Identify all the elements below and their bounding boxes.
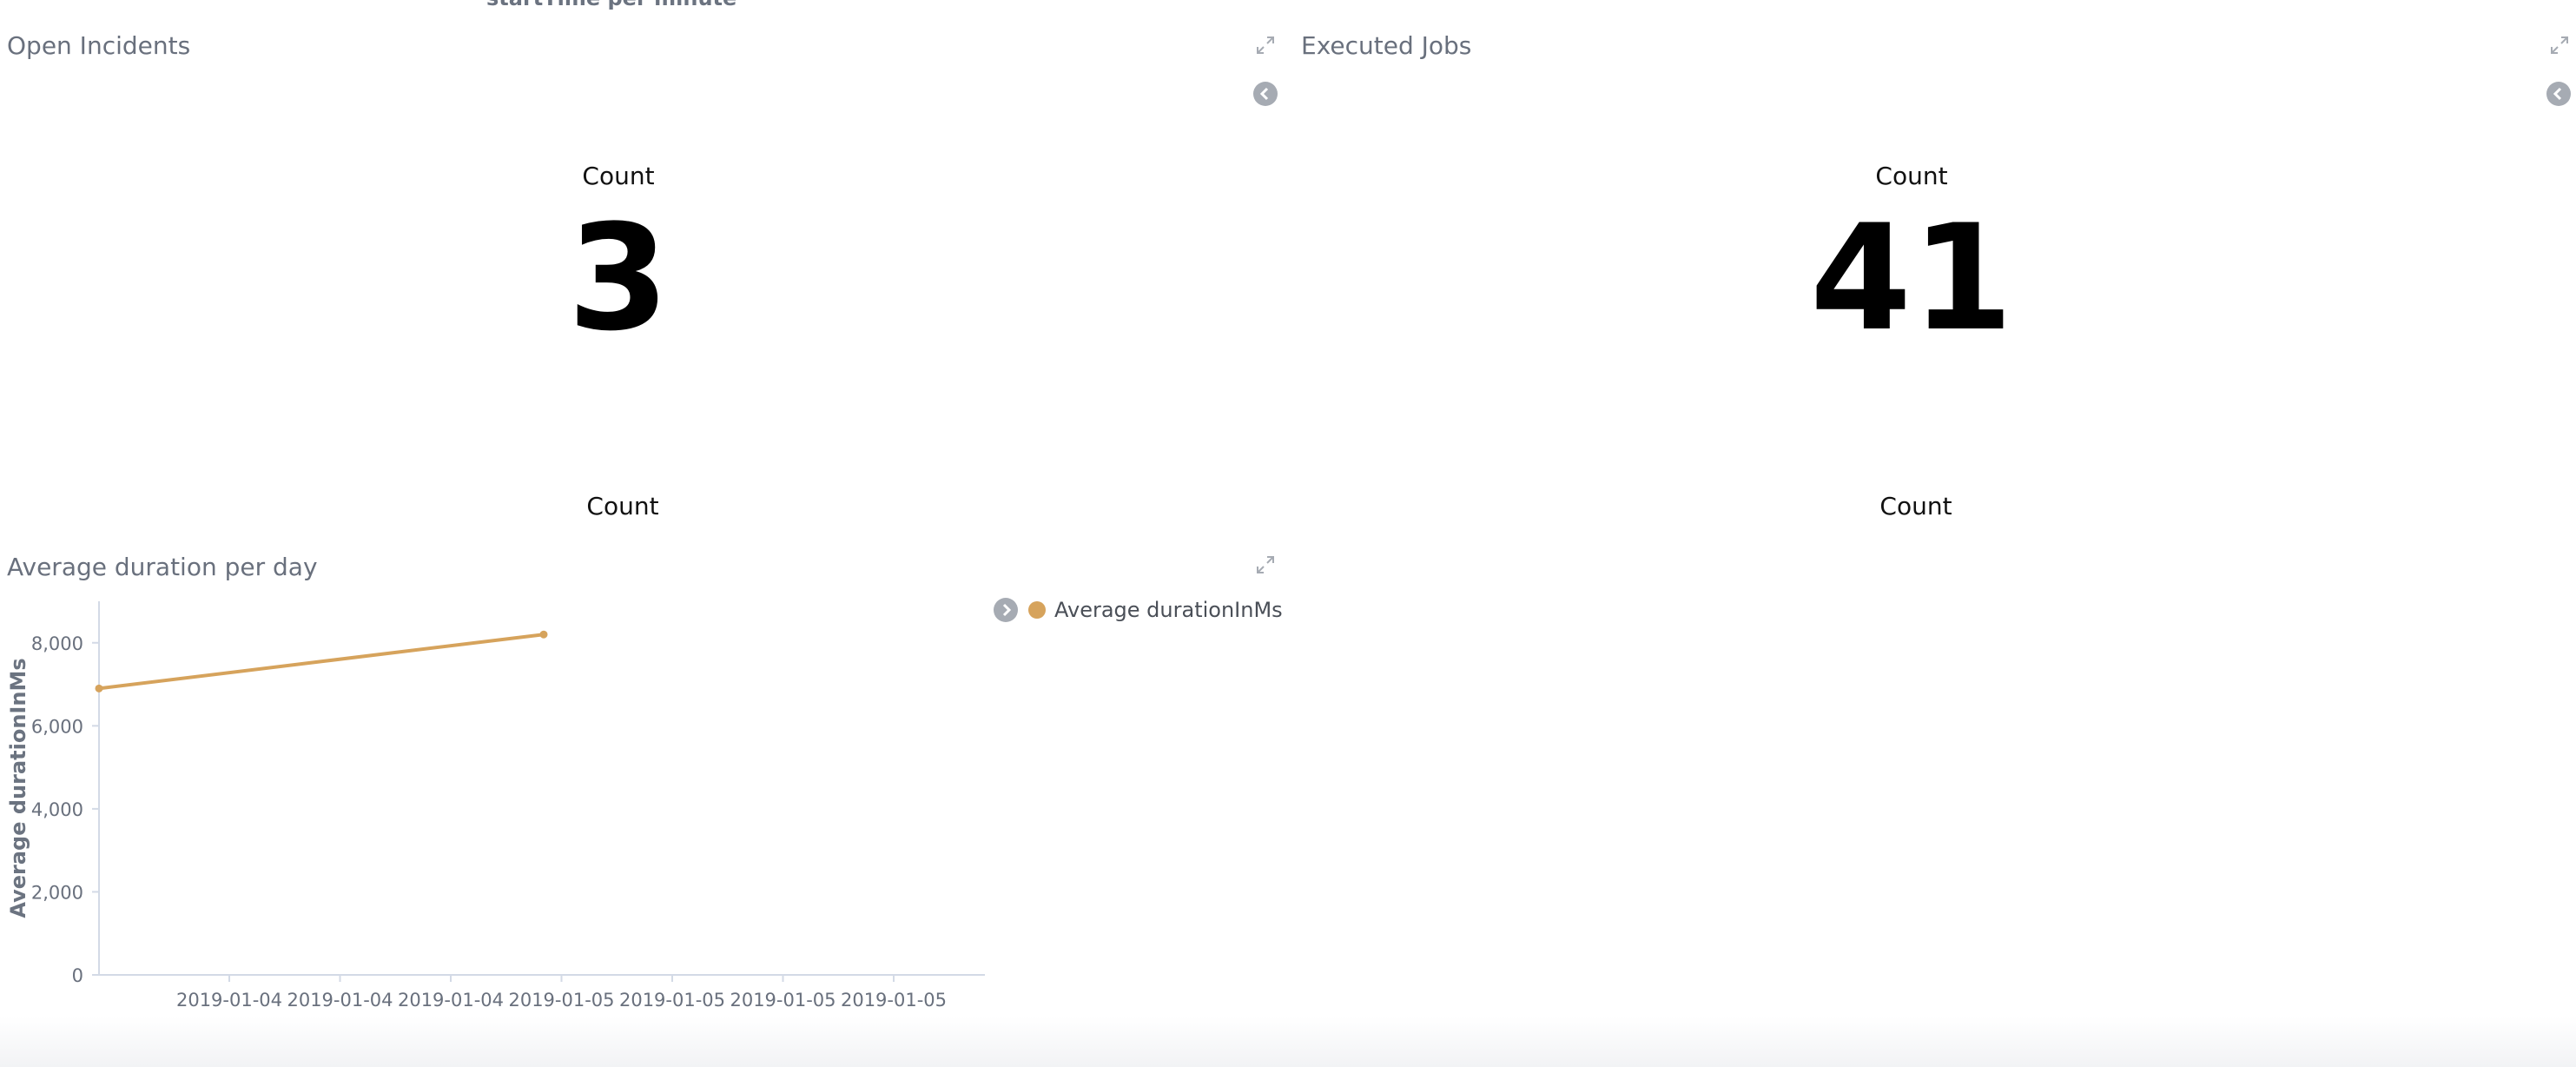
y-tick-label: 0 bbox=[72, 965, 83, 986]
metric-label: Count bbox=[582, 162, 655, 190]
data-point bbox=[539, 630, 548, 639]
expand-icon[interactable] bbox=[1253, 553, 1278, 577]
chevron-left-icon[interactable] bbox=[2546, 82, 2571, 106]
metric-footer-label: Count bbox=[1879, 492, 1952, 520]
y-tick-label: 6,000 bbox=[31, 716, 83, 737]
dashboard: startTime per minute Open Incidents Coun… bbox=[0, 0, 2576, 1067]
y-axis-title: Average durationInMs bbox=[6, 658, 30, 918]
y-tick-label: 8,000 bbox=[31, 633, 83, 654]
y-tick-label: 4,000 bbox=[31, 799, 83, 820]
panel-title: Average duration per day bbox=[7, 553, 318, 581]
chevron-left-icon[interactable] bbox=[1253, 82, 1278, 106]
expand-icon[interactable] bbox=[2547, 33, 2572, 57]
y-tick-label: 2,000 bbox=[31, 882, 83, 903]
x-tick-label: 2019-01-05 bbox=[730, 990, 836, 1011]
x-tick-label: 2019-01-05 bbox=[508, 990, 614, 1011]
x-tick-label: 2019-01-04 bbox=[176, 990, 282, 1011]
metric-value: 3 bbox=[567, 193, 670, 363]
x-tick-label: 2019-01-04 bbox=[398, 990, 504, 1011]
panel-title: Executed Jobs bbox=[1301, 31, 1472, 60]
clipped-chart-axis-label: startTime per minute bbox=[486, 0, 736, 10]
line-chart: 02,0004,0006,0008,0002019-01-04 2019-01-0… bbox=[6, 601, 985, 1048]
x-tick-label: 2019-01-05 bbox=[841, 990, 947, 1011]
metric-value: 41 bbox=[1810, 193, 2013, 363]
chart-legend: Average durationInMs bbox=[994, 598, 1283, 622]
legend-label[interactable]: Average durationInMs bbox=[1054, 598, 1283, 622]
expand-icon[interactable] bbox=[1253, 33, 1278, 57]
series-line bbox=[98, 633, 545, 691]
metric-label: Count bbox=[1875, 162, 1948, 190]
bottom-fade bbox=[0, 1017, 2576, 1067]
data-point bbox=[95, 684, 103, 693]
legend-color-dot bbox=[1028, 601, 1046, 619]
x-tick-label: 2019-01-05 bbox=[619, 990, 725, 1011]
panel-title: Open Incidents bbox=[7, 31, 191, 60]
metric-footer-label: Count bbox=[586, 492, 659, 520]
x-tick-label: 2019-01-04 bbox=[287, 990, 393, 1011]
